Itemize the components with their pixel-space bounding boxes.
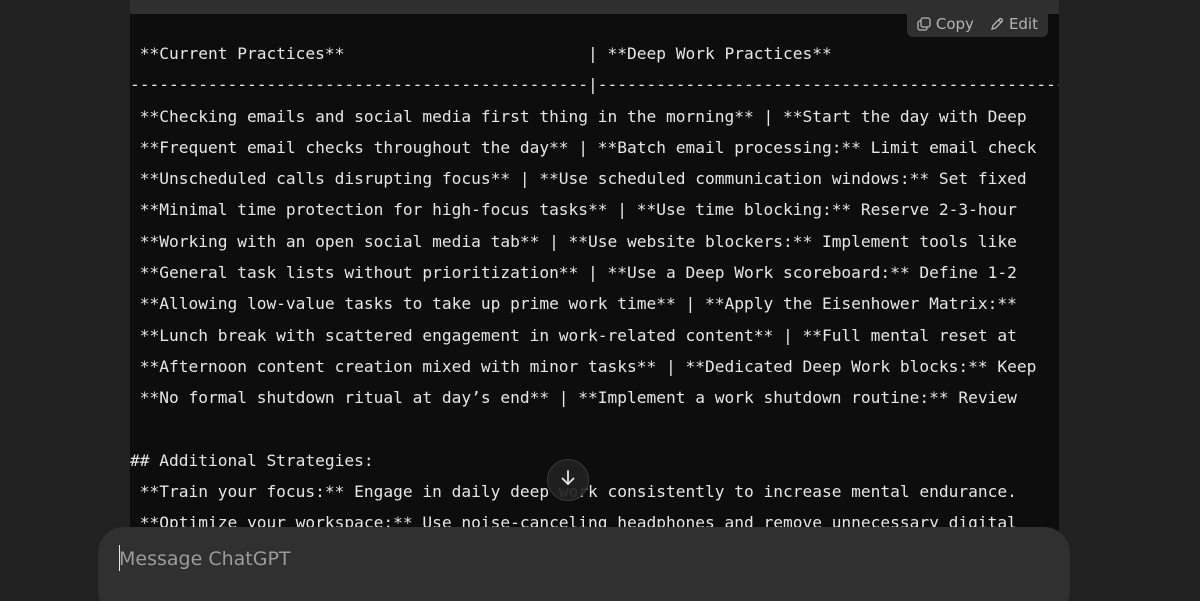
code-block: **Current Practices** | **Deep Work Prac… — [130, 0, 1059, 601]
code-line: **General task lists without prioritizat… — [130, 263, 1017, 283]
code-line: **Unscheduled calls disrupting focus** |… — [130, 169, 1027, 189]
code-line: **Train your focus:** Engage in daily de… — [139, 482, 1017, 502]
edit-button[interactable]: Edit — [990, 15, 1038, 33]
code-block-actions: Copy Edit — [906, 10, 1048, 37]
code-line: **Current Practices** | **Deep Work Prac… — [130, 44, 832, 63]
code-line: **Checking emails and social media first… — [130, 106, 1027, 126]
code-line: **Frequent email checks throughout the d… — [130, 137, 1037, 157]
pencil-icon — [990, 17, 1004, 31]
copy-label: Copy — [935, 14, 974, 33]
code-line: **Allowing low-value tasks to take up pr… — [130, 294, 1017, 314]
message-composer — [98, 527, 1070, 601]
message-input[interactable] — [119, 545, 1019, 573]
copy-button[interactable]: Copy — [917, 15, 974, 33]
code-line: ## Additional Strategies: — [130, 450, 374, 470]
code-line: **Working with an open social media tab*… — [130, 231, 1017, 251]
code-line: **No formal shutdown ritual at day’s end… — [130, 388, 1017, 408]
code-content: **Current Practices** | **Deep Work Prac… — [130, 38, 1059, 539]
edit-label: Edit — [1008, 14, 1038, 33]
text-caret — [119, 545, 120, 571]
arrow-down-icon — [559, 469, 577, 491]
code-line: **Afternoon content creation mixed with … — [130, 356, 1037, 376]
code-line: **Minimal time protection for high-focus… — [130, 200, 1017, 220]
code-line: ----------------------------------------… — [130, 75, 1059, 95]
code-line: **Lunch break with scattered engagement … — [130, 325, 1017, 345]
copy-icon — [917, 16, 931, 31]
chat-page: **Current Practices** | **Deep Work Prac… — [0, 0, 1200, 601]
scroll-to-bottom-button[interactable] — [547, 459, 589, 501]
